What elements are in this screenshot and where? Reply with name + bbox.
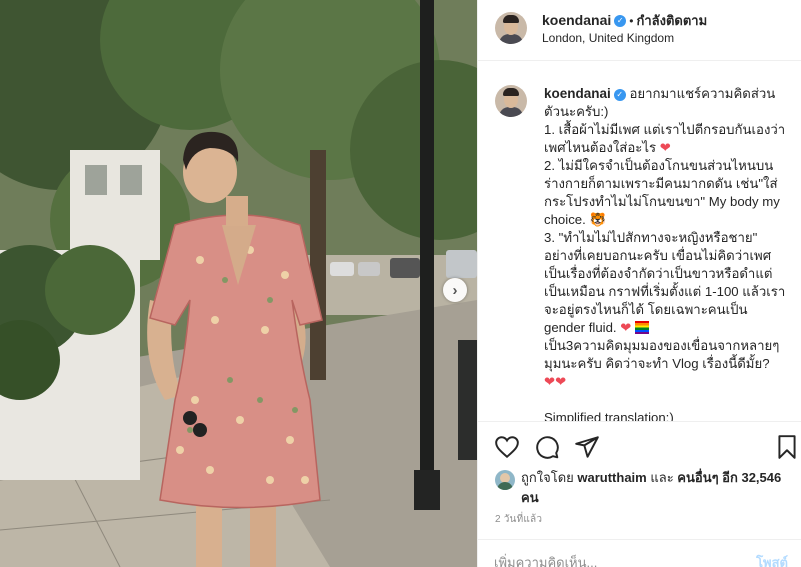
photo-illustration <box>0 0 477 567</box>
post-header: koendanai ✓ • กำลังติดตาม London, United Ki… <box>478 0 801 61</box>
post-details-panel: koendanai ✓ • กำลังติดตาม London, United Ki… <box>477 0 801 567</box>
caption-line: 2. ไม่มีใครจำเป็นต้องโกนขนส่วนไหนบนร่างก… <box>544 158 780 227</box>
header-title-row: koendanai ✓ • กำลังติดตาม <box>542 10 707 31</box>
author-avatar[interactable] <box>495 12 527 44</box>
caption-area: koendanai ✓ อยากมาแชร์ความคิดส่วนตัวนะครั… <box>478 75 801 421</box>
verified-badge-icon: ✓ <box>613 88 626 101</box>
liker-username[interactable]: warutthaim <box>577 470 646 485</box>
caption-line: เป็น3ความคิดมุมมองของเขื่อนจากหลายๆมุมนะ… <box>544 338 780 371</box>
likes-conjunction: และ <box>650 470 674 485</box>
separator-dot: • <box>629 14 634 28</box>
following-button[interactable]: กำลังติดตาม <box>636 13 707 28</box>
liker-avatar[interactable] <box>495 470 515 490</box>
post-comment-button[interactable]: โพสต์ <box>756 552 788 567</box>
caption-author-avatar[interactable] <box>495 85 527 117</box>
likes-text: ถูกใจโดย warutthaim และ คนอื่นๆ อีก 32,5… <box>521 468 791 508</box>
carousel-next-button[interactable]: › <box>443 278 467 302</box>
action-bar: ถูกใจโดย warutthaim และ คนอื่นๆ อีก 32,5… <box>478 421 801 550</box>
comment-box: เพิ่มความคิดเห็น... โพสต์ <box>478 539 801 567</box>
chevron-right-icon: › <box>452 281 458 299</box>
paper-plane-icon[interactable] <box>574 434 600 460</box>
verified-badge-icon: ✓ <box>614 14 627 27</box>
tiger-emoji-icon: 🐯 <box>589 212 606 227</box>
comment-bubble-icon[interactable] <box>534 434 560 460</box>
rainbow-flag-emoji-icon <box>635 321 649 334</box>
caption-username[interactable]: koendanai <box>544 86 611 101</box>
comment-input[interactable]: เพิ่มความคิดเห็น... <box>494 552 597 567</box>
post-timestamp[interactable]: 2 วันที่แล้ว <box>495 512 542 527</box>
heart-outline-icon[interactable] <box>494 434 520 460</box>
liked-by-prefix: ถูกใจโดย <box>521 470 574 485</box>
red-heart-emoji-icon: ❤ <box>555 374 567 389</box>
red-heart-emoji-icon: ❤ <box>620 320 632 335</box>
post-location[interactable]: London, United Kingdom <box>542 31 674 45</box>
post-photo[interactable]: › <box>0 0 477 567</box>
red-heart-emoji-icon: ❤ <box>659 140 671 155</box>
red-heart-emoji-icon: ❤ <box>544 374 556 389</box>
caption-line: 3. "ทำไมไม่ไปสักทางจะหญิงหรือชาย" อย่างท… <box>544 230 786 335</box>
bookmark-icon[interactable] <box>774 434 800 460</box>
caption-line: Simplified translation:) <box>544 410 674 421</box>
author-username[interactable]: koendanai <box>542 12 611 28</box>
caption-text: koendanai ✓ อยากมาแชร์ความคิดส่วนตัวนะครั… <box>544 85 790 421</box>
